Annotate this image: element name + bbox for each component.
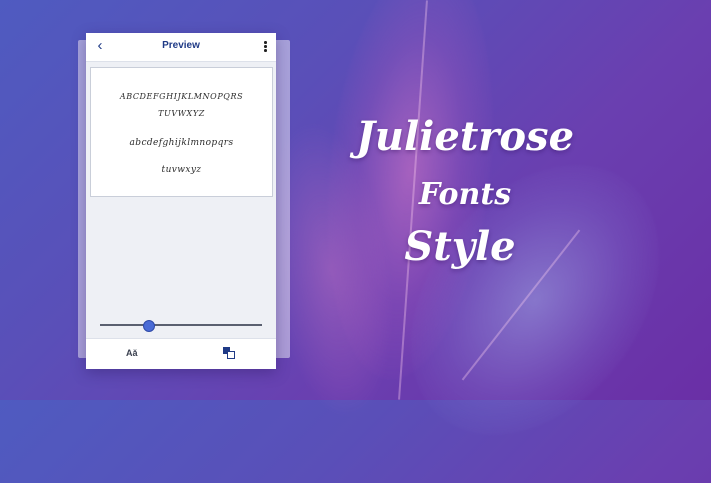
more-options-icon[interactable] [264, 41, 268, 53]
font-size-icon[interactable]: Aǎ [126, 348, 138, 358]
lowercase-sample: tuvwxyz [161, 165, 202, 175]
lowercase-sample: abcdefghijklmnopqrs [129, 138, 234, 148]
uppercase-sample: ABCDEFGHIJKLMNOPQRS [119, 92, 244, 101]
bottom-toolbar: Aǎ [86, 338, 276, 369]
headline-subtitle: Style [404, 223, 516, 270]
phone-screen: ‹ Preview ABCDEFGHIJKLMNOPQRS TUVWXYZ ab… [86, 33, 276, 369]
screen-title: Preview [162, 40, 200, 51]
font-preview-card: ABCDEFGHIJKLMNOPQRS TUVWXYZ abcdefghijkl… [90, 67, 273, 197]
headline-title: Julietrose [355, 113, 575, 160]
uppercase-sample: TUVWXYZ [158, 109, 205, 118]
copy-icon[interactable] [223, 347, 235, 359]
headline-subtitle: Fonts [418, 177, 512, 212]
size-slider-track[interactable] [100, 324, 262, 326]
size-slider-thumb[interactable] [143, 320, 155, 332]
app-bar: ‹ Preview [86, 33, 276, 62]
